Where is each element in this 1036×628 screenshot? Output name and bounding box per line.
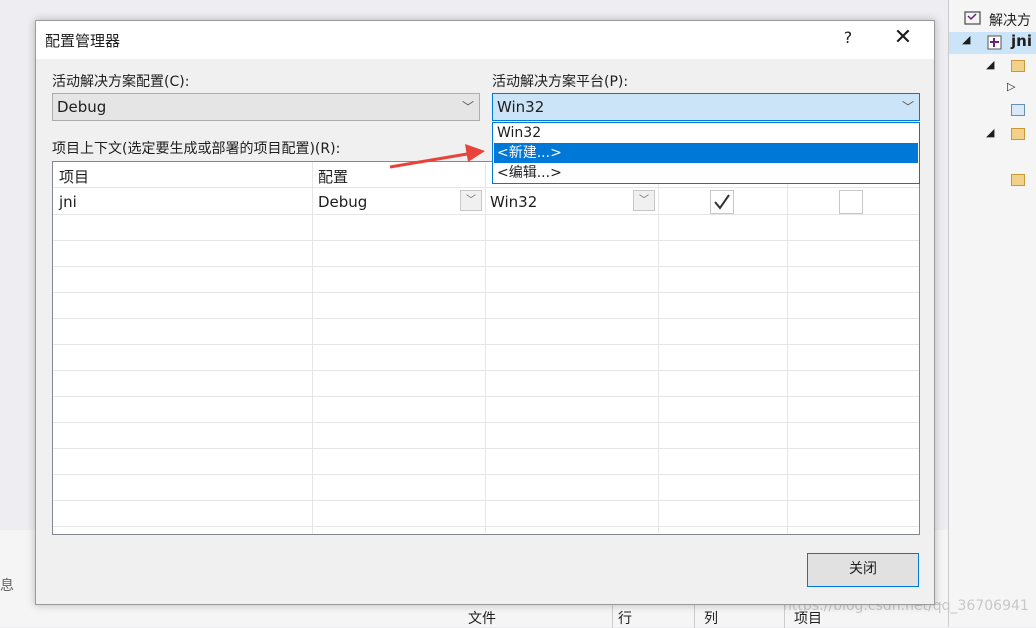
active-platform-value: Win32 [497,98,545,116]
help-button[interactable]: ? [837,28,859,50]
dropdown-option-win32[interactable]: Win32 [494,123,918,143]
active-config-select[interactable]: Debug ﹀ [52,93,480,121]
close-icon[interactable]: ✕ [891,27,915,51]
expand-icon[interactable]: ▷ [1007,80,1015,93]
project-context-grid: 项目 配置 jni Debug ﹀ Win32 ﹀ [52,161,920,535]
row-project-name: jni [59,193,77,211]
platform-dropdown-list: Win32 <新建...> <编辑...> [492,122,920,184]
column-col[interactable]: 列 [704,608,718,628]
project-icon [987,35,1002,50]
chevron-down-icon: ﹀ [461,100,474,114]
column-line[interactable]: 行 [618,608,632,628]
row-config-value[interactable]: Debug [318,193,367,211]
chevron-down-icon: ﹀ [901,100,914,114]
column-file[interactable]: 文件 [468,608,496,628]
close-button[interactable]: 关闭 [807,553,919,587]
output-panel-title: 息 [0,578,14,594]
file-icon [1011,104,1025,116]
solution-label: 解决方 [989,13,1031,29]
collapse-icon[interactable]: ◢ [986,126,994,139]
chevron-down-icon[interactable]: ﹀ [633,190,655,211]
chevron-down-icon[interactable]: ﹀ [460,190,482,211]
project-node[interactable]: ◢ jni [949,32,1036,54]
solution-icon [964,11,981,25]
title-bar: 配置管理器 ? ✕ [36,21,934,59]
deploy-checkbox[interactable] [839,190,863,214]
active-platform-label: 活动解决方案平台(P): [492,74,629,90]
collapse-icon[interactable]: ◢ [986,58,994,71]
active-platform-select[interactable]: Win32 ﹀ [492,93,920,121]
dropdown-option-new[interactable]: <新建...> [494,143,918,163]
folder-icon [1011,174,1025,186]
project-context-label: 项目上下文(选定要生成或部署的项目配置)(R): [52,141,341,157]
row-platform-value[interactable]: Win32 [490,193,537,211]
configuration-manager-dialog: 配置管理器 ? ✕ 活动解决方案配置(C): Debug ﹀ 活动解决方案平台(… [35,20,935,605]
solution-explorer: 解决方 ◢ jni ◢ ▷ ◢ [948,0,1036,627]
annotation-arrow [389,144,485,169]
checkmark-icon [714,194,730,210]
build-checkbox[interactable] [710,190,734,214]
dialog-title: 配置管理器 [45,32,121,50]
folder-icon [1011,60,1025,72]
project-label: jni [1011,32,1032,50]
dropdown-option-edit[interactable]: <编辑...> [494,163,918,183]
header-project[interactable]: 项目 [59,166,89,187]
active-config-label: 活动解决方案配置(C): [52,74,190,90]
folder-icon [1011,128,1025,140]
collapse-icon[interactable]: ◢ [962,33,970,46]
active-config-value: Debug [57,98,107,116]
header-config[interactable]: 配置 [318,166,348,187]
